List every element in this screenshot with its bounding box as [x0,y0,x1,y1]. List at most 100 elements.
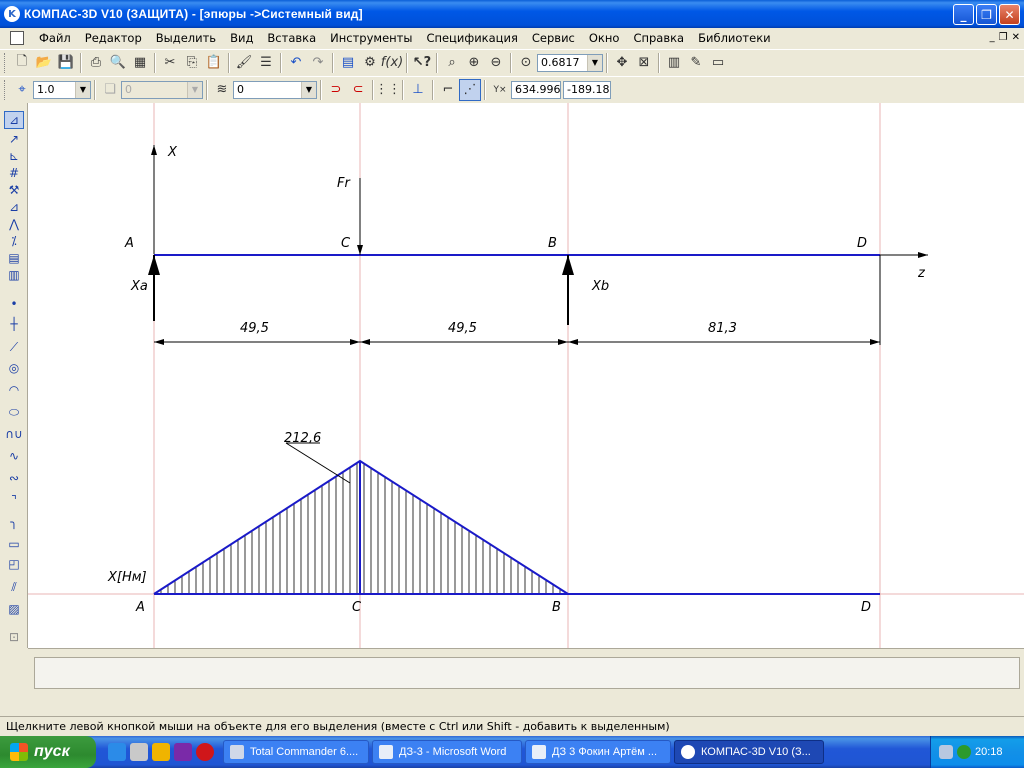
chevron-down-icon[interactable]: ▼ [301,81,316,98]
menu-select[interactable]: Выделить [149,31,223,45]
arc-icon[interactable]: ◠ [4,381,24,399]
pan-icon[interactable]: ✥ [611,52,633,74]
save-icon[interactable]: 💾 [55,52,77,74]
zoom-select[interactable]: 0.6817 ▼ [537,53,603,72]
function-icon[interactable]: f(x) [381,52,403,74]
manager-icon[interactable]: ▤ [337,52,359,74]
menu-libraries[interactable]: Библиотеки [691,31,778,45]
reports-icon[interactable]: ▤ [4,249,24,267]
equidistant-icon[interactable]: ⫽ [4,578,24,596]
snap-settings-icon[interactable]: ⊂ [347,79,369,101]
zoom-out-icon[interactable]: ⊖ [485,52,507,74]
dimensions-icon[interactable]: ↗ [4,130,24,148]
view-icon[interactable]: ▭ [707,52,729,74]
opera-icon[interactable] [196,743,214,761]
designations-icon[interactable]: ⊾ [4,147,24,165]
local-cs-icon[interactable]: ⊥ [407,79,429,101]
spec-icon[interactable]: ⁒ [4,232,24,250]
media-player-icon[interactable] [130,743,148,761]
menu-service[interactable]: Сервис [525,31,582,45]
menu-editor[interactable]: Редактор [78,31,149,45]
mdi-minimize-icon[interactable]: _ [990,32,995,43]
undo-icon[interactable]: ↶ [285,52,307,74]
redo-icon[interactable]: ↷ [307,52,329,74]
nurbs-icon[interactable]: ∿ [4,447,24,465]
layer-state-icon[interactable]: ❏ [99,79,121,101]
menu-tools[interactable]: Инструменты [323,31,419,45]
task-word-fokin[interactable]: ДЗ 3 Фокин Артём ... [525,740,671,764]
cut-icon[interactable]: ✂ [159,52,181,74]
task-kompas[interactable]: КОМПАС-3D V10 (З... [674,740,824,764]
open-folder-icon[interactable]: 📂 [33,52,55,74]
copy-icon[interactable]: ⎘ [181,52,203,74]
document-icon[interactable] [10,31,24,45]
close-button[interactable]: ✕ [999,4,1020,25]
menu-specification[interactable]: Спецификация [419,31,524,45]
scale-select[interactable]: 1.0 ▼ [33,80,91,99]
zoom-in-icon[interactable]: ⊕ [463,52,485,74]
segment-icon[interactable]: ⟋ [4,338,24,356]
point-icon[interactable]: • [4,295,24,313]
layers-icon[interactable]: ≋ [211,79,233,101]
parametrization-icon[interactable]: ⚒ [4,181,24,199]
print-icon[interactable]: ⎙ [85,52,107,74]
menu-file[interactable]: Файл [32,31,78,45]
maximize-button[interactable]: ❐ [976,4,997,25]
kompas-app-icon[interactable]: K [4,6,20,22]
zoom-window-icon[interactable]: ⌕ [441,52,463,74]
mdi-close-icon[interactable]: ✕ [1012,32,1020,43]
round-mode-icon[interactable]: ⋰ [459,78,481,101]
zoom-scale-icon[interactable]: ⊙ [515,52,537,74]
grid-icon[interactable]: ⋮⋮ [375,79,401,101]
properties-box[interactable] [34,657,1020,689]
menu-insert[interactable]: Вставка [260,31,323,45]
antivirus-icon[interactable] [957,745,971,759]
contour-icon[interactable]: ◰ [4,555,24,573]
fillet-icon[interactable]: ╮ [4,513,24,531]
mdi-restore-icon[interactable]: ❐ [999,32,1008,43]
coord-y-field[interactable]: -189.18 [563,80,611,99]
regenerate-icon[interactable]: ▥ [663,52,685,74]
drawing-canvas[interactable]: X Fr A C B D z Xa Xb 49,5 49,5 81,3 212,… [28,103,1024,648]
ortho-mode-icon[interactable]: ⌐ [437,79,459,101]
internet-explorer-icon[interactable] [108,743,126,761]
edit-icon[interactable]: ✎ [685,52,707,74]
cursor-step-icon[interactable]: ⌖ [11,79,33,101]
menu-help[interactable]: Справка [626,31,691,45]
variables-icon[interactable]: ⚙ [359,52,381,74]
editing-icon[interactable]: # [4,164,24,182]
save-disk-icon[interactable] [174,743,192,761]
bezier-icon[interactable]: ∾ [4,469,24,487]
toolbar-grip[interactable] [4,52,8,73]
circle-icon[interactable]: ◎ [4,359,24,377]
insert-icon[interactable]: ▥ [4,266,24,284]
aux-line-icon[interactable]: ┼ [4,315,24,333]
new-document-icon[interactable]: 🗋 [11,52,33,74]
chevron-down-icon[interactable]: ▼ [75,81,90,98]
measure-icon[interactable]: ⊿ [4,198,24,216]
coord-x-field[interactable]: 634.996 [511,80,561,99]
rectangle-icon[interactable]: ▭ [4,535,24,553]
show-all-icon[interactable]: ⊠ [633,52,655,74]
menu-view[interactable]: Вид [223,31,260,45]
polyline-icon[interactable]: ∩∪ [4,425,24,443]
minimize-button[interactable]: _ [953,4,974,25]
help-pointer-icon[interactable]: ↖? [411,52,433,74]
geometry-icon[interactable]: ⊿ [4,111,24,129]
properties-icon[interactable]: ☰ [255,52,277,74]
task-word-dz3[interactable]: ДЗ-3 - Microsoft Word [372,740,522,764]
menu-window[interactable]: Окно [582,31,627,45]
layer-select[interactable]: 0 ▼ [233,80,317,99]
preview-icon[interactable]: ▦ [129,52,151,74]
chevron-down-icon[interactable]: ▼ [587,54,602,71]
toolbar-grip[interactable] [4,79,8,100]
copy-properties-icon[interactable]: 🖌 [233,52,255,74]
paste-icon[interactable]: 📋 [203,52,225,74]
lightning-icon[interactable] [152,743,170,761]
select-icon[interactable]: ⋀ [4,215,24,233]
window-title-bar[interactable]: K КОМПАС-3D V10 (ЗАЩИТА) - [эпюры ->Сист… [0,0,1024,28]
print-preview-icon[interactable]: 🔍 [107,52,129,74]
network-icon[interactable] [939,745,953,759]
snap-magnet-icon[interactable]: ⊃ [325,79,347,101]
fill-icon[interactable]: ⊡ [4,628,24,646]
